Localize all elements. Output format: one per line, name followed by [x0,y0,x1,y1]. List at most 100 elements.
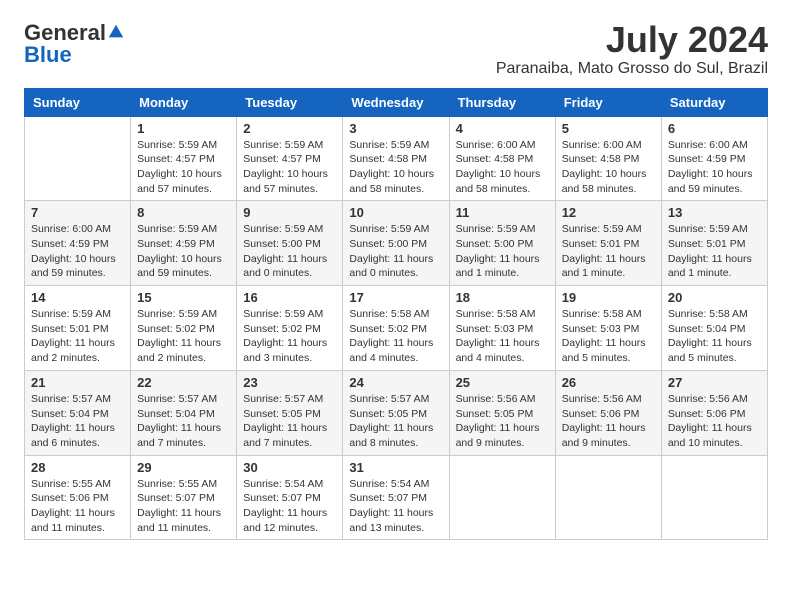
day-info: Sunrise: 5:54 AM Sunset: 5:07 PM Dayligh… [243,477,336,536]
table-row: 2Sunrise: 5:59 AM Sunset: 4:57 PM Daylig… [237,116,343,201]
day-info: Sunrise: 5:59 AM Sunset: 5:01 PM Dayligh… [31,307,124,366]
table-row: 20 Sunrise: 5:58 AM Sunset: 5:04 PM Dayli… [661,286,767,371]
day-number: 16 [243,290,336,305]
header-wednesday: Wednesday [343,88,449,116]
day-number: 5 [562,121,655,136]
day-number: 27 [668,375,761,390]
day-info: Sunrise: 6:00 AM Sunset: 4:59 PM Dayligh… [31,222,124,281]
table-row [25,116,131,201]
day-info: Sunrise: 5:56 AM Sunset: 5:06 PM Dayligh… [668,392,761,451]
table-row: 26Sunrise: 5:56 AM Sunset: 5:06 PM Dayli… [555,370,661,455]
day-info: Sunrise: 5:54 AM Sunset: 5:07 PM Dayligh… [349,477,442,536]
day-info: Sunrise: 5:59 AM Sunset: 4:58 PM Dayligh… [349,138,442,197]
table-row: 12 Sunrise: 5:59 AM Sunset: 5:01 PM Dayli… [555,201,661,286]
table-row: 24 Sunrise: 5:57 AM Sunset: 5:05 PM Dayli… [343,370,449,455]
day-number: 22 [137,375,230,390]
day-info: Sunrise: 5:59 AM Sunset: 5:00 PM Dayligh… [243,222,336,281]
day-info: Sunrise: 5:59 AM Sunset: 4:57 PM Dayligh… [137,138,230,197]
table-row [555,455,661,540]
day-info: Sunrise: 5:56 AM Sunset: 5:05 PM Dayligh… [456,392,549,451]
title-block: July 2024 Paranaiba, Mato Grosso do Sul,… [496,20,768,78]
table-row: 10 Sunrise: 5:59 AM Sunset: 5:00 PM Dayli… [343,201,449,286]
calendar-week-row: 1 Sunrise: 5:59 AM Sunset: 4:57 PM Daylig… [25,116,768,201]
table-row: 17 Sunrise: 5:58 AM Sunset: 5:02 PM Dayli… [343,286,449,371]
table-row: 19 Sunrise: 5:58 AM Sunset: 5:03 PM Dayli… [555,286,661,371]
table-row: 18Sunrise: 5:58 AM Sunset: 5:03 PM Dayli… [449,286,555,371]
table-row: 22 Sunrise: 5:57 AM Sunset: 5:04 PM Dayli… [131,370,237,455]
day-info: Sunrise: 6:00 AM Sunset: 4:59 PM Dayligh… [668,138,761,197]
header-thursday: Thursday [449,88,555,116]
day-number: 25 [456,375,549,390]
day-number: 23 [243,375,336,390]
table-row: 3 Sunrise: 5:59 AM Sunset: 4:58 PM Daylig… [343,116,449,201]
header-tuesday: Tuesday [237,88,343,116]
header-monday: Monday [131,88,237,116]
day-number: 19 [562,290,655,305]
table-row [661,455,767,540]
table-row: 4 Sunrise: 6:00 AM Sunset: 4:58 PM Daylig… [449,116,555,201]
day-info: Sunrise: 5:58 AM Sunset: 5:03 PM Dayligh… [456,307,549,366]
calendar-week-row: 14Sunrise: 5:59 AM Sunset: 5:01 PM Dayli… [25,286,768,371]
table-row: 16 Sunrise: 5:59 AM Sunset: 5:02 PM Dayli… [237,286,343,371]
day-number: 28 [31,460,124,475]
day-number: 21 [31,375,124,390]
day-info: Sunrise: 5:55 AM Sunset: 5:06 PM Dayligh… [31,477,124,536]
day-number: 1 [137,121,230,136]
day-number: 31 [349,460,442,475]
day-info: Sunrise: 5:59 AM Sunset: 5:02 PM Dayligh… [243,307,336,366]
day-number: 7 [31,205,124,220]
day-info: Sunrise: 5:58 AM Sunset: 5:04 PM Dayligh… [668,307,761,366]
day-info: Sunrise: 5:59 AM Sunset: 5:00 PM Dayligh… [456,222,549,281]
calendar-week-row: 7 Sunrise: 6:00 AM Sunset: 4:59 PM Daylig… [25,201,768,286]
day-number: 17 [349,290,442,305]
day-info: Sunrise: 6:00 AM Sunset: 4:58 PM Dayligh… [456,138,549,197]
weekday-header-row: Sunday Monday Tuesday Wednesday Thursday… [25,88,768,116]
day-number: 4 [456,121,549,136]
table-row: 29 Sunrise: 5:55 AM Sunset: 5:07 PM Dayli… [131,455,237,540]
day-number: 2 [243,121,336,136]
header-friday: Friday [555,88,661,116]
day-number: 10 [349,205,442,220]
day-info: Sunrise: 6:00 AM Sunset: 4:58 PM Dayligh… [562,138,655,197]
header-saturday: Saturday [661,88,767,116]
calendar-week-row: 28 Sunrise: 5:55 AM Sunset: 5:06 PM Dayli… [25,455,768,540]
calendar-week-row: 21 Sunrise: 5:57 AM Sunset: 5:04 PM Dayli… [25,370,768,455]
table-row: 13 Sunrise: 5:59 AM Sunset: 5:01 PM Dayli… [661,201,767,286]
day-info: Sunrise: 5:59 AM Sunset: 5:00 PM Dayligh… [349,222,442,281]
day-info: Sunrise: 5:58 AM Sunset: 5:03 PM Dayligh… [562,307,655,366]
day-info: Sunrise: 5:57 AM Sunset: 5:05 PM Dayligh… [243,392,336,451]
day-number: 6 [668,121,761,136]
day-number: 30 [243,460,336,475]
day-info: Sunrise: 5:58 AM Sunset: 5:02 PM Dayligh… [349,307,442,366]
day-info: Sunrise: 5:59 AM Sunset: 5:01 PM Dayligh… [562,222,655,281]
day-info: Sunrise: 5:57 AM Sunset: 5:05 PM Dayligh… [349,392,442,451]
day-number: 24 [349,375,442,390]
day-info: Sunrise: 5:55 AM Sunset: 5:07 PM Dayligh… [137,477,230,536]
day-number: 20 [668,290,761,305]
header-sunday: Sunday [25,88,131,116]
location-title: Paranaiba, Mato Grosso do Sul, Brazil [496,60,768,78]
day-number: 8 [137,205,230,220]
table-row: 31 Sunrise: 5:54 AM Sunset: 5:07 PM Dayli… [343,455,449,540]
day-info: Sunrise: 5:59 AM Sunset: 5:02 PM Dayligh… [137,307,230,366]
table-row: 25 Sunrise: 5:56 AM Sunset: 5:05 PM Dayli… [449,370,555,455]
day-number: 13 [668,205,761,220]
day-number: 9 [243,205,336,220]
table-row: 8Sunrise: 5:59 AM Sunset: 4:59 PM Daylig… [131,201,237,286]
table-row: 7 Sunrise: 6:00 AM Sunset: 4:59 PM Daylig… [25,201,131,286]
logo: General Blue [24,20,125,68]
day-number: 29 [137,460,230,475]
day-info: Sunrise: 5:59 AM Sunset: 5:01 PM Dayligh… [668,222,761,281]
table-row: 23 Sunrise: 5:57 AM Sunset: 5:05 PM Dayli… [237,370,343,455]
table-row: 30 Sunrise: 5:54 AM Sunset: 5:07 PM Dayli… [237,455,343,540]
table-row: 21Sunrise: 5:57 AM Sunset: 5:04 PM Dayli… [25,370,131,455]
table-row: 9 Sunrise: 5:59 AM Sunset: 5:00 PM Daylig… [237,201,343,286]
day-info: Sunrise: 5:57 AM Sunset: 5:04 PM Dayligh… [137,392,230,451]
day-number: 15 [137,290,230,305]
day-number: 3 [349,121,442,136]
table-row: 5 Sunrise: 6:00 AM Sunset: 4:58 PM Daylig… [555,116,661,201]
day-number: 26 [562,375,655,390]
table-row: 28 Sunrise: 5:55 AM Sunset: 5:06 PM Dayli… [25,455,131,540]
logo-icon [107,23,125,41]
day-number: 12 [562,205,655,220]
